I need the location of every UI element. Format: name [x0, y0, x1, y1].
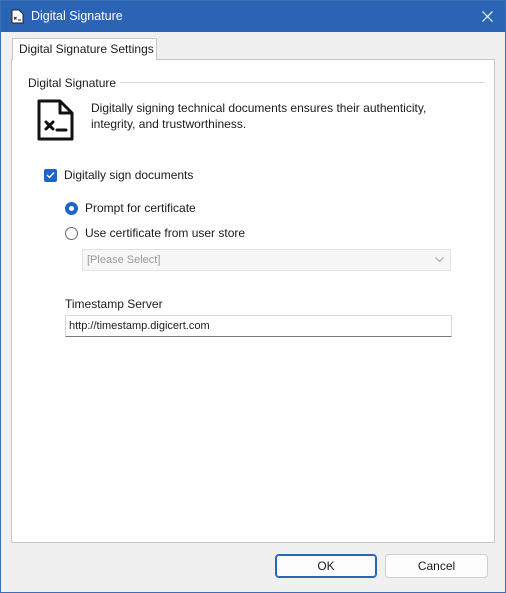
sign-documents-checkbox[interactable]: Digitally sign documents: [44, 168, 193, 182]
timestamp-server-label: Timestamp Server: [65, 297, 163, 311]
close-button[interactable]: [469, 1, 505, 32]
close-icon: [481, 11, 493, 22]
description-text: Digitally signing technical documents en…: [91, 101, 427, 131]
sign-documents-label: Digitally sign documents: [64, 168, 194, 182]
group-divider: [120, 82, 485, 83]
radio-selected[interactable]: [65, 201, 78, 215]
tab-panel: Digital Signature Digitally signing tech…: [11, 59, 495, 543]
certificate-select[interactable]: [Please Select]: [82, 249, 451, 271]
checkmark-icon: [46, 172, 55, 179]
group-title: Digital Signature: [28, 76, 121, 90]
radio-unselected[interactable]: [65, 226, 78, 240]
timestamp-server-input[interactable]: [65, 315, 452, 337]
window-title: Digital Signature: [31, 9, 123, 23]
document-icon: [11, 9, 24, 24]
radio-prompt-certificate[interactable]: Prompt for certificate: [65, 201, 196, 215]
radio-label: Use certificate from user store: [85, 226, 246, 240]
cancel-button[interactable]: Cancel: [385, 554, 488, 578]
chevron-down-icon: [435, 257, 444, 263]
ok-button[interactable]: OK: [275, 554, 377, 578]
checkbox-checked[interactable]: [44, 168, 57, 182]
certificate-select-value: [Please Select]: [87, 254, 161, 266]
dialog-window: Digital Signature Digital Signature Sett…: [0, 0, 506, 593]
radio-user-store-certificate[interactable]: Use certificate from user store: [65, 226, 245, 240]
title-bar[interactable]: Digital Signature: [1, 1, 505, 32]
radio-label: Prompt for certificate: [85, 201, 196, 215]
tab-digital-signature-settings[interactable]: Digital Signature Settings: [12, 38, 157, 60]
signed-document-icon: [37, 99, 74, 141]
